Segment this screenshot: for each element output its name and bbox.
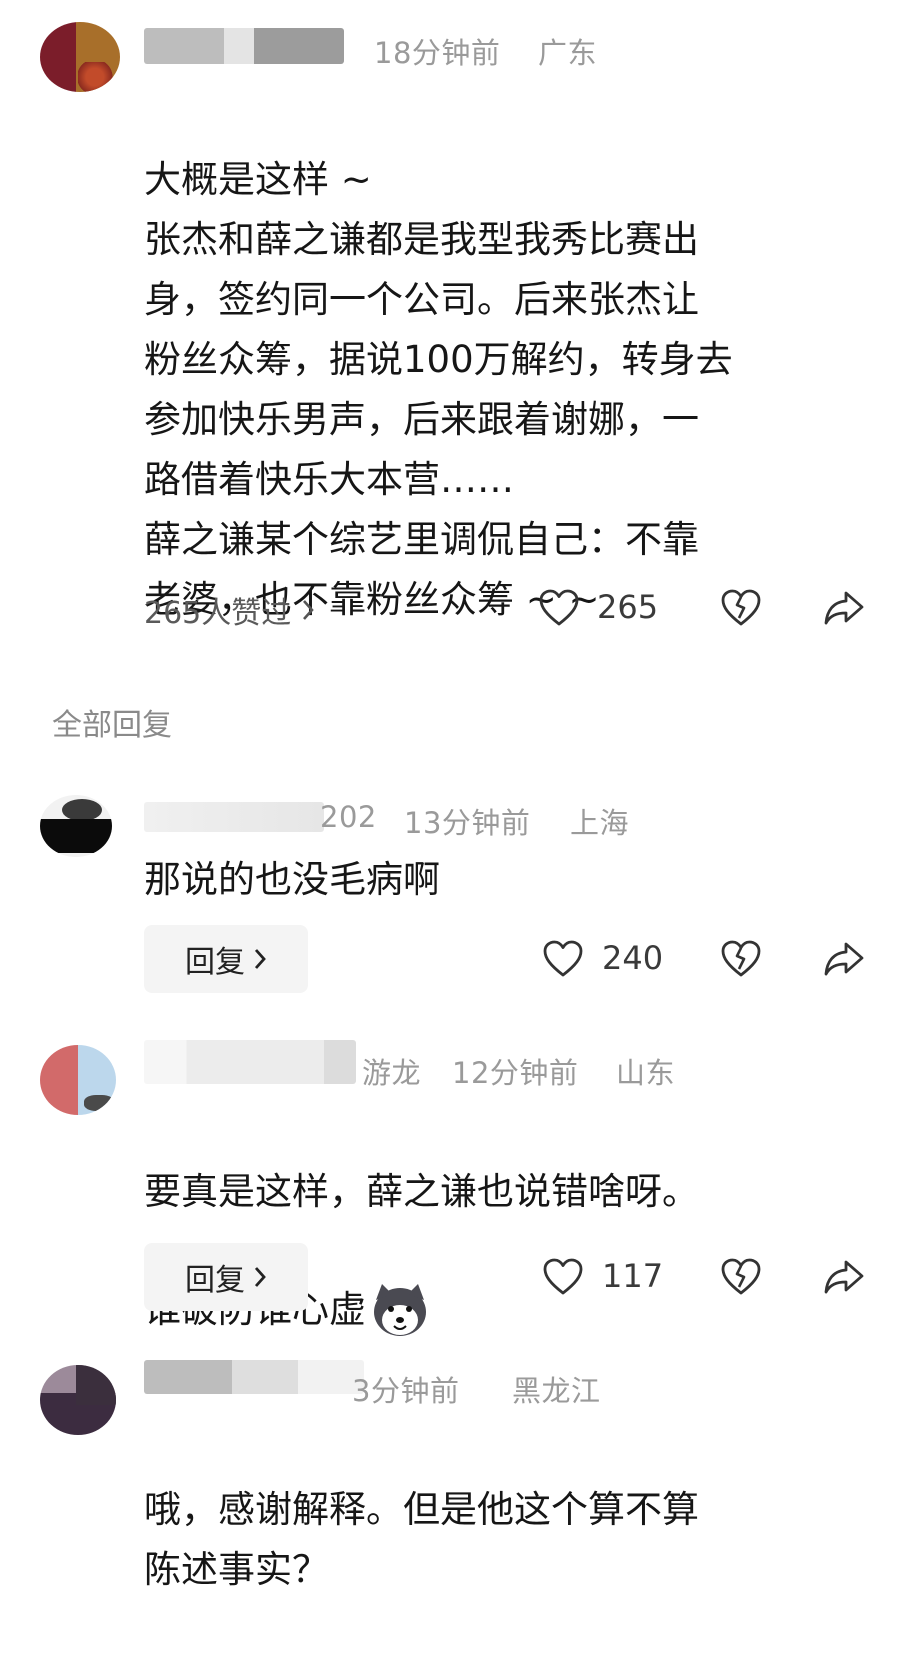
liked-by-label: 265人赞过 [144,596,292,631]
broken-heart-icon[interactable] [720,939,762,979]
heart-icon[interactable] [542,1257,584,1297]
comment-time: 18分钟前 [374,36,501,70]
reply-line: 陈述事实？ [144,1548,329,1591]
share-arrow-icon[interactable] [822,1257,866,1297]
username-redacted[interactable] [144,1040,356,1084]
comment-time: 13分钟前 [404,806,531,840]
comment-location: 广东 [538,36,598,70]
comment-line: 大概是这样 ~ [144,158,372,201]
comment-time: 3分钟前 [352,1374,460,1408]
avatar[interactable] [40,795,112,857]
reply-text: 那说的也没毛病啊 [144,858,440,901]
username-redacted[interactable] [144,28,344,64]
avatar[interactable] [40,1045,116,1115]
comment-location: 上海 [570,806,630,840]
comment-line: 参加快乐男声，后来跟着谢娜，一 [144,398,699,441]
broken-heart-icon[interactable] [720,588,762,628]
chevron-right-icon [253,1265,267,1289]
liked-by-link[interactable]: 265人赞过 [144,588,315,632]
share-arrow-icon[interactable] [822,939,866,979]
reply-button-label: 回复 [185,1263,245,1298]
username-redacted[interactable] [144,802,324,832]
chevron-right-icon [301,598,315,622]
heart-icon[interactable] [542,939,584,979]
heart-icon[interactable] [538,588,580,628]
replies-section-title: 全部回复 [52,708,172,743]
comment-line: 薛之谦某个综艺里调侃自己：不靠 [144,518,699,561]
reply-line: 哦，感谢解释。但是他这个算不算 [144,1488,699,1531]
like-count: 265 [597,588,659,626]
broken-heart-icon[interactable] [720,1257,762,1297]
like-count: 117 [602,1257,664,1295]
comment-line: 张杰和薛之谦都是我型我秀比赛出 [144,218,699,261]
comment-location: 山东 [616,1056,676,1090]
username-redacted[interactable] [144,1360,364,1394]
reply-line: 要真是这样，薛之谦也说错啥呀。 [144,1170,699,1213]
avatar[interactable] [40,22,120,92]
comment-line: 粉丝众筹，据说100万解约，转身去 [144,338,733,381]
comment-location: 黑龙江 [512,1374,601,1408]
comment-line: 身，签约同一个公司。后来张杰让 [144,278,699,321]
chevron-right-icon [253,947,267,971]
reply-text: 哦，感谢解释。但是他这个算不算 陈述事实？ [144,1420,699,1660]
username-visible: 202 [320,800,377,834]
reply-button[interactable]: 回复 [144,1243,308,1311]
reply-button-label: 回复 [185,945,245,980]
comment-line: 路借着快乐大本营…… [144,458,514,501]
reply-button[interactable]: 回复 [144,925,308,993]
share-arrow-icon[interactable] [822,588,866,628]
comment-time: 12分钟前 [452,1056,579,1090]
username-visible: 游龙 [362,1056,422,1090]
avatar[interactable] [40,1365,116,1435]
like-count: 240 [602,939,664,977]
